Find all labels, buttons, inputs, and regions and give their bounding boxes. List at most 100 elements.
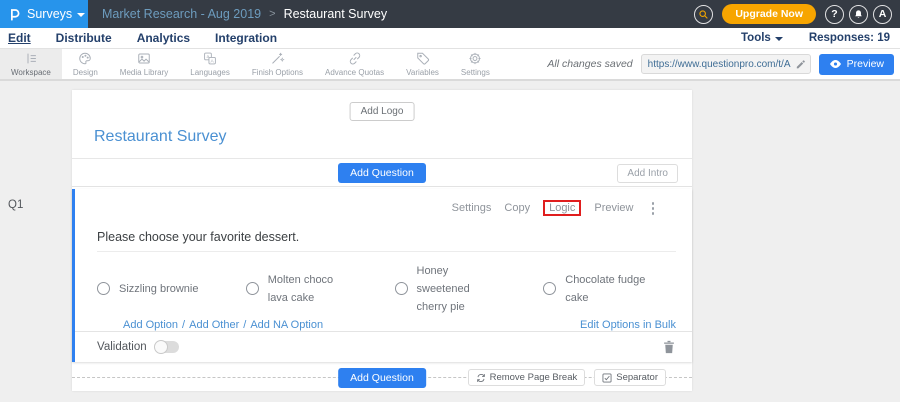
add-logo-button[interactable]: Add Logo xyxy=(350,102,415,121)
kebab-menu-icon[interactable] xyxy=(650,200,657,217)
option-label[interactable]: Sizzling brownie xyxy=(119,280,198,298)
tool-settings[interactable]: Settings xyxy=(450,49,501,79)
upgrade-now-button[interactable]: Upgrade Now xyxy=(722,4,816,24)
option-sizzling-brownie[interactable]: Sizzling brownie xyxy=(97,262,246,316)
tool-advance-quotas[interactable]: Advance Quotas xyxy=(314,49,395,79)
preview-button[interactable]: Preview xyxy=(819,54,894,75)
media-library-icon xyxy=(136,51,152,66)
responses-count[interactable]: Responses: 19 xyxy=(809,32,890,44)
radio-icon[interactable] xyxy=(97,282,110,295)
radio-icon[interactable] xyxy=(246,282,259,295)
nav-item-integration[interactable]: Integration xyxy=(215,31,277,45)
toolbar-right: All changes saved Preview xyxy=(547,49,900,79)
avatar[interactable]: A xyxy=(873,5,892,24)
tool-languages[interactable]: aA Languages xyxy=(179,49,241,79)
nav-item-edit[interactable]: Edit xyxy=(8,31,31,45)
tool-label: Finish Options xyxy=(252,68,303,77)
survey-editor-stage: Add Logo Restaurant Survey Add Question … xyxy=(72,90,692,391)
variables-icon xyxy=(415,51,431,66)
tool-label: Advance Quotas xyxy=(325,68,384,77)
option-molten-choco-lava-cake[interactable]: Molten choco lava cake xyxy=(246,262,395,316)
preview-label: Preview xyxy=(847,58,884,70)
svg-text:a: a xyxy=(207,55,210,60)
radio-icon[interactable] xyxy=(395,282,408,295)
search-icon xyxy=(698,9,709,20)
link-separator: / xyxy=(243,319,246,331)
surveys-product-dropdown[interactable]: Surveys xyxy=(0,0,88,28)
languages-icon: aA xyxy=(202,51,218,66)
link-separator: / xyxy=(182,319,185,331)
breadcrumb-current: Restaurant Survey xyxy=(284,7,388,21)
radio-icon[interactable] xyxy=(543,282,556,295)
breadcrumb-separator: > xyxy=(269,8,275,20)
tool-label: Media Library xyxy=(120,68,168,77)
question-text[interactable]: Please choose your favorite dessert. xyxy=(97,230,692,244)
option-label[interactable]: Honey sweetened cherry pie xyxy=(417,262,503,316)
page-break-row: Add Question Remove Page Break Separator xyxy=(72,367,692,389)
add-question-button-bottom[interactable]: Add Question xyxy=(338,368,426,388)
sync-icon xyxy=(476,373,486,383)
breadcrumb: Market Research - Aug 2019 > Restaurant … xyxy=(102,7,387,21)
option-chocolate-fudge-cake[interactable]: Chocolate fudge cake xyxy=(543,262,692,316)
edit-url-button[interactable] xyxy=(795,58,807,70)
tool-label: Settings xyxy=(461,68,490,77)
tools-label: Tools xyxy=(741,32,771,44)
add-na-option-link[interactable]: Add NA Option xyxy=(250,319,323,331)
tool-variables[interactable]: Variables xyxy=(395,49,450,79)
separator-label: Separator xyxy=(616,372,658,383)
topbar-actions: Upgrade Now ? A xyxy=(694,4,900,24)
edit-options-in-bulk-link[interactable]: Edit Options in Bulk xyxy=(580,319,676,331)
survey-url-wrap xyxy=(641,54,811,75)
questionpro-logo-icon xyxy=(7,7,22,22)
tool-finish-options[interactable]: Finish Options xyxy=(241,49,314,79)
option-links-row: Add Option / Add Other / Add NA Option E… xyxy=(75,316,692,331)
question-preview-link[interactable]: Preview xyxy=(594,202,633,214)
editor-toolbar: Workspace Design Media Library aA Langua… xyxy=(0,49,900,81)
bell-icon xyxy=(853,9,864,20)
add-option-link[interactable]: Add Option xyxy=(123,319,178,331)
validation-row: Validation xyxy=(75,331,692,362)
validation-toggle[interactable] xyxy=(155,341,179,353)
nav-item-distribute[interactable]: Distribute xyxy=(56,31,112,45)
pencil-icon xyxy=(795,58,807,70)
question-logic-link[interactable]: Logic xyxy=(543,200,581,216)
section-nav: Edit Distribute Analytics Integration To… xyxy=(0,28,900,49)
design-icon xyxy=(77,51,93,66)
survey-canvas: Q1 Add Logo Restaurant Survey Add Questi… xyxy=(0,83,900,402)
settings-icon xyxy=(467,51,483,66)
remove-page-break-label: Remove Page Break xyxy=(490,372,578,383)
add-other-link[interactable]: Add Other xyxy=(189,319,239,331)
question-card: Settings Copy Logic Preview Please choos… xyxy=(72,189,692,362)
question-settings-link[interactable]: Settings xyxy=(452,202,492,214)
tools-dropdown[interactable]: Tools xyxy=(741,32,783,44)
trash-icon xyxy=(663,340,675,354)
tool-workspace[interactable]: Workspace xyxy=(0,49,62,79)
add-question-row: Add Question Add Intro xyxy=(72,158,692,187)
separator-toggle-button[interactable]: Separator xyxy=(594,369,666,386)
nav-right: Tools Responses: 19 xyxy=(741,32,892,44)
remove-page-break-button[interactable]: Remove Page Break xyxy=(468,369,586,386)
validation-label: Validation xyxy=(97,341,147,353)
chevron-down-icon xyxy=(77,13,85,17)
option-label[interactable]: Molten choco lava cake xyxy=(268,271,354,307)
nav-item-analytics[interactable]: Analytics xyxy=(137,31,190,45)
workspace-icon xyxy=(23,51,39,66)
help-button[interactable]: ? xyxy=(825,5,844,24)
notifications-button[interactable] xyxy=(849,5,868,24)
option-label[interactable]: Chocolate fudge cake xyxy=(565,271,651,307)
chevron-down-icon xyxy=(775,37,783,41)
tool-label: Design xyxy=(73,68,98,77)
delete-question-button[interactable] xyxy=(663,340,675,354)
add-intro-button[interactable]: Add Intro xyxy=(617,164,678,183)
toggle-knob xyxy=(154,340,168,354)
tool-design[interactable]: Design xyxy=(62,49,109,79)
option-honey-sweetened-cherry-pie[interactable]: Honey sweetened cherry pie xyxy=(395,262,544,316)
add-question-button-top[interactable]: Add Question xyxy=(338,163,426,183)
question-copy-link[interactable]: Copy xyxy=(504,202,530,214)
advance-quotas-icon xyxy=(347,51,363,66)
survey-url-input[interactable] xyxy=(641,54,811,74)
search-button[interactable] xyxy=(694,5,713,24)
tool-media-library[interactable]: Media Library xyxy=(109,49,179,79)
survey-title[interactable]: Restaurant Survey xyxy=(94,128,227,146)
breadcrumb-parent-link[interactable]: Market Research - Aug 2019 xyxy=(102,7,261,21)
